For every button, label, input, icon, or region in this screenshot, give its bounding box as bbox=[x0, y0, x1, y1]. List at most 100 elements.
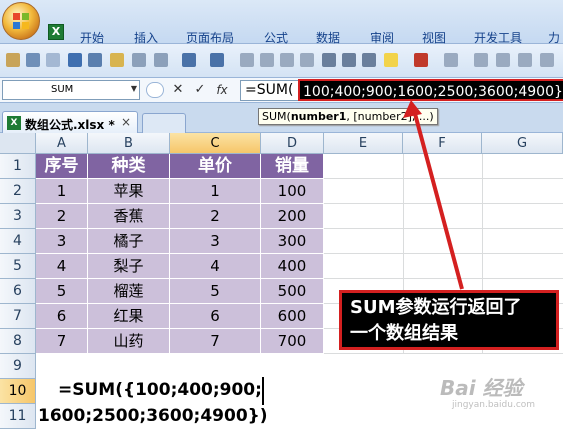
office-button[interactable] bbox=[2, 2, 40, 40]
merge-icon[interactable] bbox=[474, 53, 488, 67]
select-all-corner[interactable] bbox=[0, 133, 36, 154]
row-header-6[interactable]: 6 bbox=[0, 279, 36, 304]
table-cell[interactable]: 1 bbox=[170, 179, 261, 204]
paste-icon[interactable] bbox=[6, 53, 20, 67]
table-cell[interactable]: 6 bbox=[36, 304, 88, 329]
table-cell[interactable]: 香蕉 bbox=[88, 204, 170, 229]
row-header-9[interactable]: 9 bbox=[0, 354, 36, 379]
tooltip-current-arg[interactable]: number1 bbox=[291, 110, 347, 123]
column-header-d[interactable]: D bbox=[261, 133, 324, 154]
font-color-icon[interactable] bbox=[414, 53, 428, 67]
table-cell[interactable]: 山药 bbox=[88, 329, 170, 354]
row-header-10[interactable]: 10 bbox=[0, 379, 36, 404]
table-cell[interactable]: 700 bbox=[261, 329, 324, 354]
print-preview-icon[interactable] bbox=[154, 53, 168, 67]
print-icon[interactable] bbox=[132, 53, 146, 67]
table-cell[interactable]: 6 bbox=[170, 304, 261, 329]
copy-icon[interactable] bbox=[46, 53, 60, 67]
table-cell[interactable]: 5 bbox=[170, 279, 261, 304]
row-header-3[interactable]: 3 bbox=[0, 204, 36, 229]
table-cell[interactable]: 2 bbox=[170, 204, 261, 229]
workbook-name: 数组公式.xlsx * bbox=[25, 118, 115, 132]
chevron-down-icon[interactable]: ▼ bbox=[128, 80, 140, 100]
table-cell[interactable]: 7 bbox=[170, 329, 261, 354]
column-header-a[interactable]: A bbox=[36, 133, 88, 154]
formula-bar-expand-icon[interactable] bbox=[146, 82, 164, 98]
table-icon[interactable] bbox=[518, 53, 532, 67]
fill-color-icon[interactable] bbox=[384, 53, 398, 67]
row-header-1[interactable]: 1 bbox=[0, 154, 36, 179]
column-header-f[interactable]: F bbox=[403, 133, 482, 154]
table-cell[interactable]: 300 bbox=[261, 229, 324, 254]
borders-icon[interactable] bbox=[444, 53, 458, 67]
table-cell[interactable]: 苹果 bbox=[88, 179, 170, 204]
table-cell[interactable]: 梨子 bbox=[88, 254, 170, 279]
justify-icon[interactable] bbox=[300, 53, 314, 67]
table-cell[interactable]: 2 bbox=[36, 204, 88, 229]
table-cell[interactable]: 5 bbox=[36, 279, 88, 304]
align-right-icon[interactable] bbox=[280, 53, 294, 67]
table-header-cell[interactable]: 销量 bbox=[261, 154, 324, 179]
table-cell[interactable]: 100 bbox=[261, 179, 324, 204]
formula-input[interactable]: =SUM( 100;400;900;1600;2500;3600;4900} bbox=[240, 79, 563, 101]
tooltip-rest-args: , [number2], ...) bbox=[346, 110, 434, 123]
column-header-b[interactable]: B bbox=[88, 133, 170, 154]
row-header-5[interactable]: 5 bbox=[0, 254, 36, 279]
watermark-url: jingyan.baidu.com bbox=[452, 400, 536, 410]
new-tab-button[interactable] bbox=[142, 113, 186, 133]
bold-icon[interactable] bbox=[322, 53, 336, 67]
table-cell[interactable]: 600 bbox=[261, 304, 324, 329]
close-icon[interactable]: × bbox=[121, 115, 131, 129]
table-cell[interactable]: 4 bbox=[36, 254, 88, 279]
cut-icon[interactable] bbox=[26, 53, 40, 67]
table-cell[interactable]: 3 bbox=[36, 229, 88, 254]
table-cell[interactable]: 200 bbox=[261, 204, 324, 229]
column-header-e[interactable]: E bbox=[324, 133, 403, 154]
row-header-11[interactable]: 11 bbox=[0, 404, 36, 429]
cell-edit-formula-line1[interactable]: =SUM({100;400;900; bbox=[58, 380, 262, 400]
wrap-text-icon[interactable] bbox=[496, 53, 510, 67]
function-tooltip: SUM(number1, [number2], ...) bbox=[258, 108, 438, 125]
formula-bar: SUM ▼ ✕ ✓ fx =SUM( 100;400;900;1600;2500… bbox=[0, 78, 563, 103]
column-header-c[interactable]: C bbox=[170, 133, 261, 154]
table-cell[interactable]: 榴莲 bbox=[88, 279, 170, 304]
redo-icon[interactable] bbox=[210, 53, 224, 67]
table-header-cell[interactable]: 序号 bbox=[36, 154, 88, 179]
table-cell[interactable]: 4 bbox=[170, 254, 261, 279]
save-as-icon[interactable] bbox=[88, 53, 102, 67]
table-header-cell[interactable]: 单价 bbox=[170, 154, 261, 179]
office-logo-icon bbox=[13, 13, 29, 29]
cancel-icon[interactable]: ✕ bbox=[170, 82, 186, 98]
undo-icon[interactable] bbox=[182, 53, 196, 67]
callout-line2: 一个数组结果 bbox=[350, 323, 458, 344]
table-cell[interactable]: 1 bbox=[36, 179, 88, 204]
table-cell[interactable]: 3 bbox=[170, 229, 261, 254]
align-left-icon[interactable] bbox=[240, 53, 254, 67]
table-cell[interactable]: 500 bbox=[261, 279, 324, 304]
insert-function-icon[interactable]: fx bbox=[214, 82, 230, 98]
name-box[interactable]: SUM bbox=[2, 80, 140, 100]
table-cell[interactable]: 400 bbox=[261, 254, 324, 279]
formula-evaluated-selection: 100;400;900;1600;2500;3600;4900} bbox=[298, 79, 563, 101]
column-header-g[interactable]: G bbox=[482, 133, 563, 154]
row-header-8[interactable]: 8 bbox=[0, 329, 36, 354]
table-cell[interactable]: 红果 bbox=[88, 304, 170, 329]
comma-style-icon[interactable] bbox=[540, 53, 554, 67]
table-cell[interactable]: 7 bbox=[36, 329, 88, 354]
table-cell[interactable]: 橘子 bbox=[88, 229, 170, 254]
format-painter-icon[interactable] bbox=[110, 53, 124, 67]
align-center-icon[interactable] bbox=[260, 53, 274, 67]
excel-file-icon: X bbox=[7, 116, 21, 130]
formula-prefix: =SUM( bbox=[245, 82, 294, 98]
workbook-tab[interactable]: X 数组公式.xlsx * × bbox=[2, 111, 138, 133]
row-header-7[interactable]: 7 bbox=[0, 304, 36, 329]
row-header-4[interactable]: 4 bbox=[0, 229, 36, 254]
italic-icon[interactable] bbox=[342, 53, 356, 67]
save-icon[interactable] bbox=[68, 53, 82, 67]
table-header-cell[interactable]: 种类 bbox=[88, 154, 170, 179]
row-header-2[interactable]: 2 bbox=[0, 179, 36, 204]
text-cursor bbox=[262, 377, 264, 405]
enter-icon[interactable]: ✓ bbox=[192, 82, 208, 98]
cell-edit-formula-line2[interactable]: 1600;2500;3600;4900}) bbox=[38, 406, 268, 426]
underline-icon[interactable] bbox=[362, 53, 376, 67]
